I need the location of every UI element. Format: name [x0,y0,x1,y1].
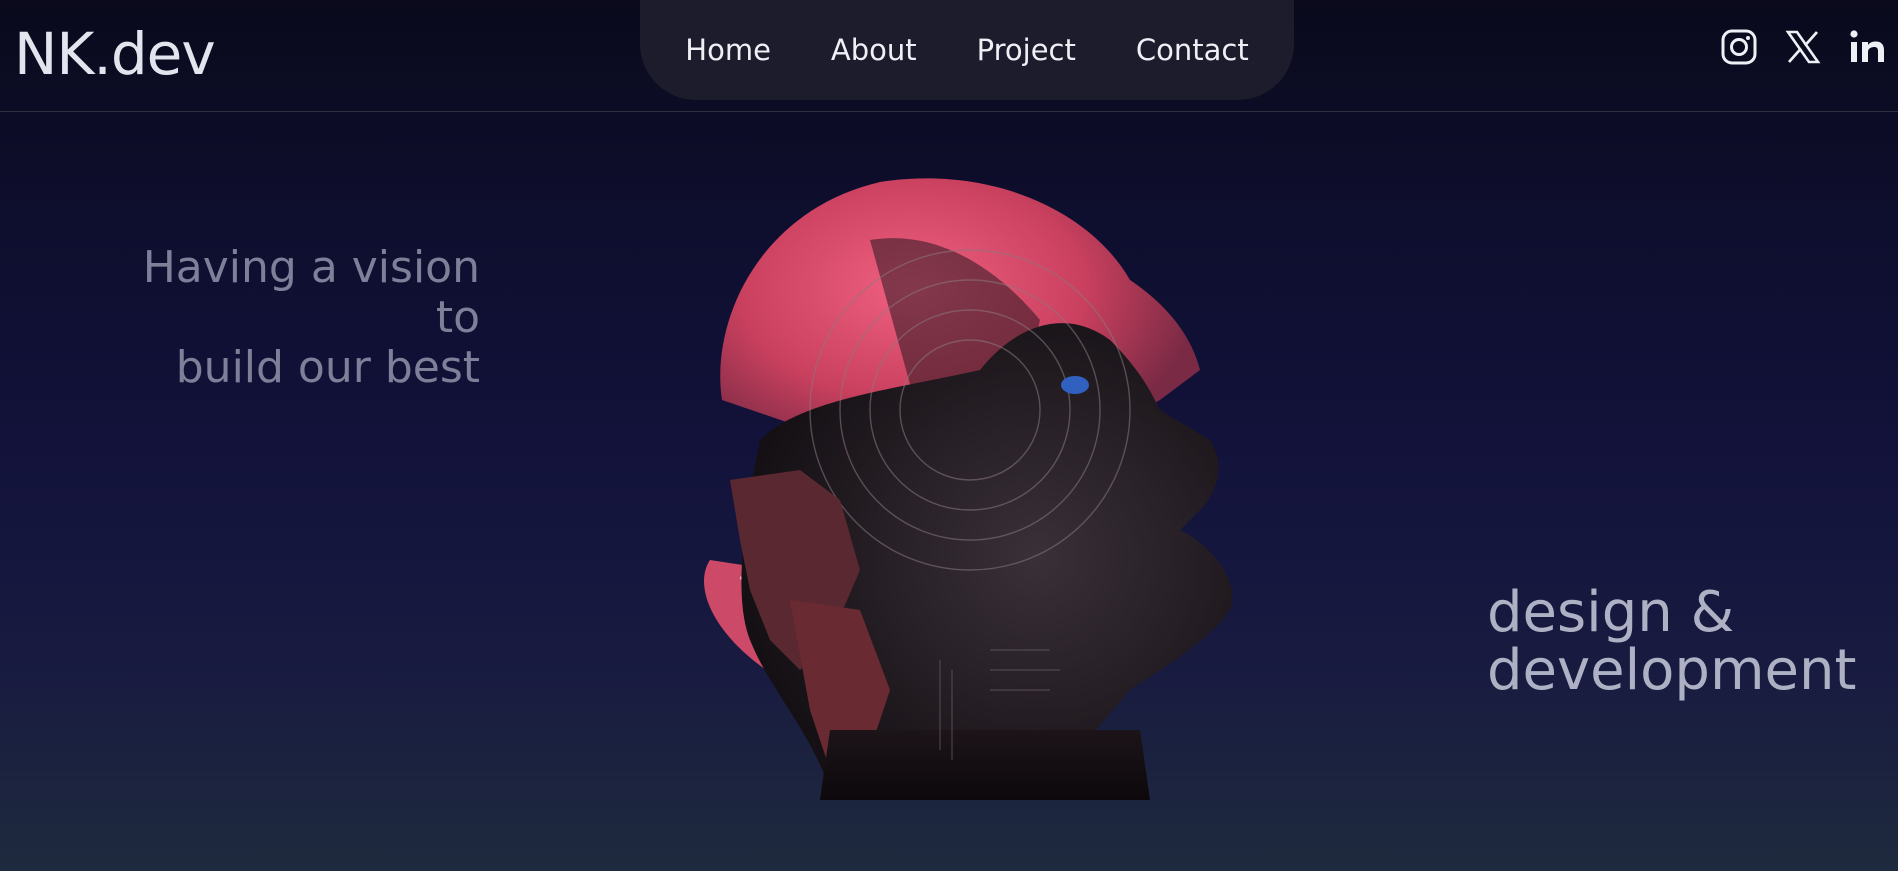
x-twitter-icon[interactable] [1784,28,1822,66]
linkedin-icon[interactable] [1848,28,1886,66]
nav-project[interactable]: Project [977,33,1076,67]
hero-tagline-right: design & development [1487,584,1887,700]
nav-about[interactable]: About [831,33,917,67]
site-logo[interactable]: NK.dev [14,20,216,88]
hero-tagline-left: Having a vision to build our best [100,243,480,393]
nav-home[interactable]: Home [685,33,771,67]
site-header: NK.dev Home About Project Contact [0,0,1898,112]
hero-head-image [690,170,1290,800]
nav-contact[interactable]: Contact [1136,33,1249,67]
instagram-icon[interactable] [1720,28,1758,66]
tagline-left-line2: build our best [175,342,480,393]
tagline-left-line1: Having a vision to [142,242,480,343]
tagline-right-line1: design & [1487,580,1735,645]
tagline-right-line2: development [1487,638,1857,703]
main-nav: Home About Project Contact [640,0,1294,100]
social-links [1720,28,1886,66]
